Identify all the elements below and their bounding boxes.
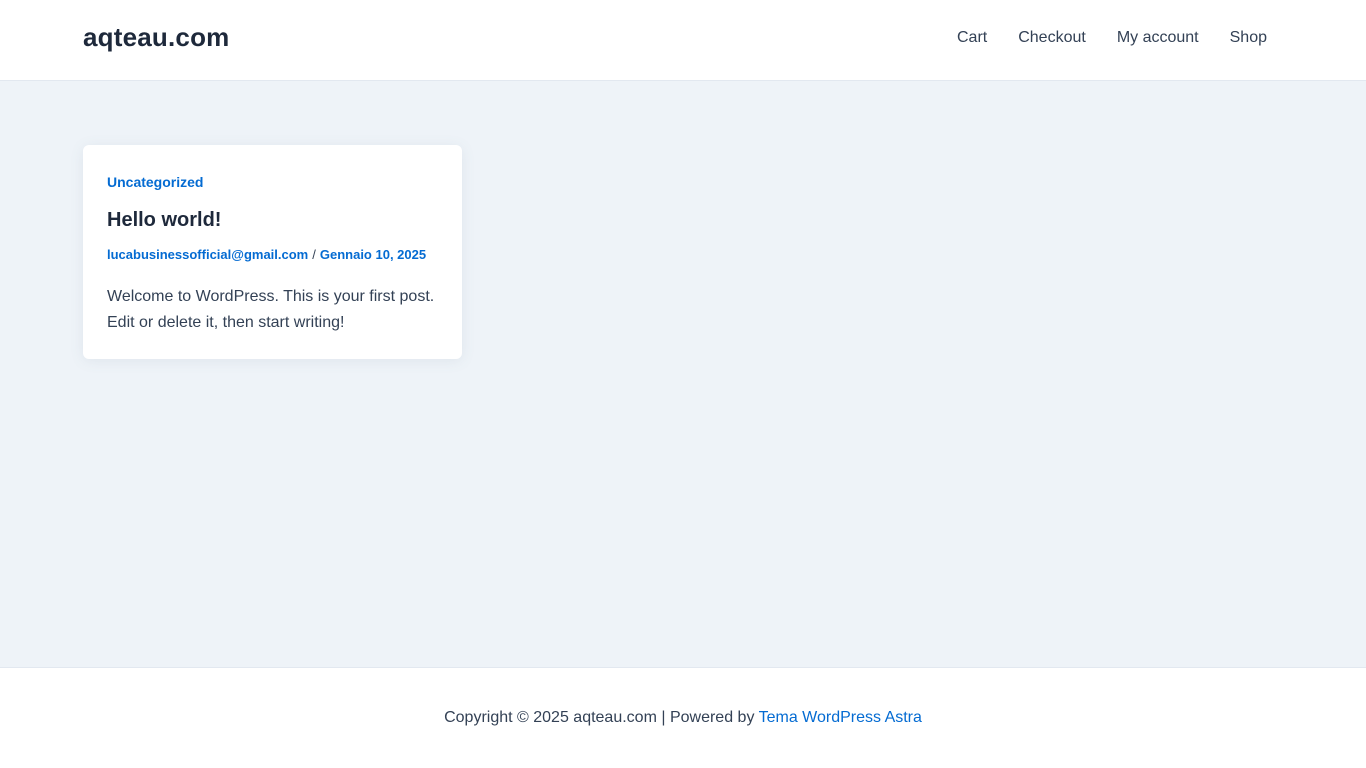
theme-credit-link[interactable]: Tema WordPress Astra	[759, 709, 922, 726]
nav-item-cart[interactable]: Cart	[957, 29, 987, 47]
post-excerpt: Welcome to WordPress. This is your first…	[107, 288, 435, 331]
meta-separator: /	[312, 247, 316, 262]
site-header: aqteau.com Cart Checkout My account Shop	[0, 0, 1366, 81]
copyright-text: Copyright © 2025 aqteau.com | Powered by	[444, 709, 759, 726]
post-title-link[interactable]: Hello world!	[107, 209, 438, 232]
post-card: Uncategorized Hello world! lucabusinesso…	[83, 145, 462, 359]
nav-item-shop[interactable]: Shop	[1230, 29, 1267, 47]
site-title-link[interactable]: aqteau.com	[83, 22, 230, 53]
post-meta: lucabusinessofficial@gmail.com / Gennaio 1…	[107, 247, 438, 262]
site-footer: Copyright © 2025 aqteau.com | Powered by…	[0, 667, 1366, 768]
footer-copyright: Copyright © 2025 aqteau.com | Powered by…	[0, 709, 1366, 727]
main-navigation: Cart Checkout My account Shop	[957, 29, 1267, 47]
content-area: Uncategorized Hello world! lucabusinesso…	[0, 81, 1366, 667]
nav-item-checkout[interactable]: Checkout	[1018, 29, 1086, 47]
post-category-link[interactable]: Uncategorized	[107, 174, 438, 190]
post-author-link[interactable]: lucabusinessofficial@gmail.com	[107, 247, 308, 262]
post-date-link[interactable]: Gennaio 10, 2025	[320, 247, 426, 262]
nav-item-my-account[interactable]: My account	[1117, 29, 1199, 47]
